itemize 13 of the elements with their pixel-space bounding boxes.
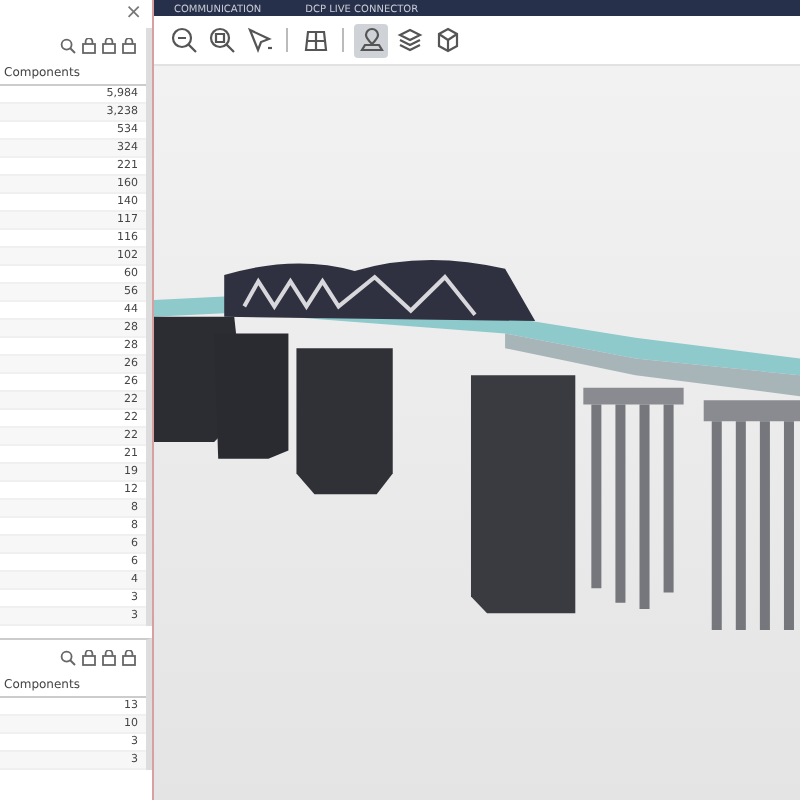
lock-icon[interactable] [102,37,116,53]
lock-icon[interactable] [102,649,116,665]
search-icon[interactable] [60,649,76,665]
lock-icon[interactable] [122,649,136,665]
search-icon[interactable] [60,37,76,53]
lock-icon[interactable] [82,649,96,665]
close-icon[interactable]: × [125,0,142,28]
zoom-fit-icon[interactable] [204,23,238,57]
lock-icon[interactable] [122,37,136,53]
location-pin-icon[interactable] [354,23,388,57]
lock-icon[interactable] [82,37,96,53]
pointer-icon[interactable] [242,23,276,57]
zoom-out-icon[interactable] [166,23,200,57]
